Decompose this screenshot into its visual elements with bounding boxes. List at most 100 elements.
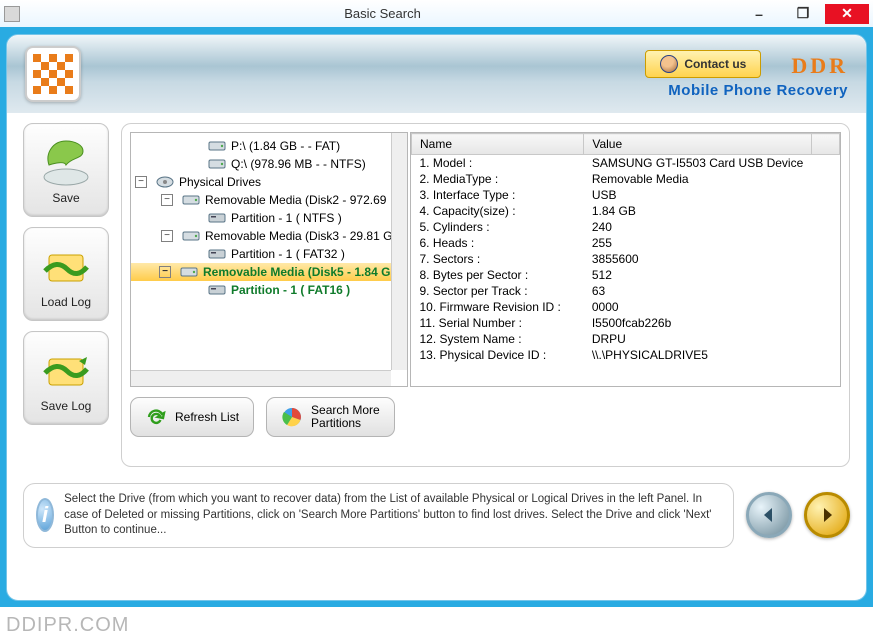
refresh-list-button[interactable]: Refresh List — [130, 397, 254, 437]
pie-icon — [281, 406, 303, 428]
maximize-button[interactable]: ❐ — [781, 4, 825, 24]
minimize-button[interactable]: – — [737, 4, 781, 24]
prop-name: 6. Heads : — [412, 235, 584, 251]
prev-button[interactable] — [746, 492, 792, 538]
drive-icon — [181, 193, 201, 207]
prop-name: 13. Physical Device ID : — [412, 347, 584, 363]
app-logo-icon — [25, 46, 81, 102]
collapse-icon[interactable]: − — [135, 176, 147, 188]
load-log-icon — [39, 239, 93, 293]
load-log-button[interactable]: Load Log — [23, 227, 109, 321]
table-row[interactable]: 9. Sector per Track :63 — [412, 283, 840, 299]
col-name[interactable]: Name — [412, 134, 584, 155]
prop-value: Removable Media — [584, 171, 811, 187]
table-row[interactable]: 1. Model :SAMSUNG GT-I5503 Card USB Devi… — [412, 155, 840, 172]
collapse-icon[interactable]: − — [159, 266, 171, 278]
tree-node-label: Physical Drives — [179, 175, 261, 189]
table-row[interactable]: 3. Interface Type :USB — [412, 187, 840, 203]
save-label: Save — [52, 191, 79, 205]
footer: i Select the Drive (from which you want … — [7, 475, 866, 560]
tree-node-label: Partition - 1 ( NTFS ) — [231, 211, 342, 225]
tree-node-label: Partition - 1 ( FAT32 ) — [231, 247, 345, 261]
close-button[interactable]: ✕ — [825, 4, 869, 24]
table-row[interactable]: 4. Capacity(size) :1.84 GB — [412, 203, 840, 219]
table-row[interactable]: 2. MediaType :Removable Media — [412, 171, 840, 187]
window-title: Basic Search — [28, 6, 737, 21]
collapse-icon[interactable]: − — [161, 230, 173, 242]
refresh-label: Refresh List — [175, 410, 239, 424]
table-row[interactable]: 10. Firmware Revision ID :0000 — [412, 299, 840, 315]
shell: Contact us DDR Mobile Phone Recovery Sav… — [0, 28, 873, 607]
side-column: Save Load Log Save Log — [23, 123, 109, 467]
tree-node[interactable]: Q:\ (978.96 MB - - NTFS) — [133, 155, 405, 173]
table-row[interactable]: 11. Serial Number :I5500fcab226b — [412, 315, 840, 331]
tree-node[interactable]: − Physical Drives — [133, 173, 405, 191]
prop-value: DRPU — [584, 331, 811, 347]
prop-name: 5. Cylinders : — [412, 219, 584, 235]
tree-node-label: Removable Media (Disk2 - 972.69 — [205, 193, 386, 207]
properties-table: Name Value 1. Model :SAMSUNG GT-I5503 Ca… — [410, 132, 841, 387]
prop-name: 1. Model : — [412, 155, 584, 172]
watermark: DDIPR.COM — [6, 614, 129, 637]
drive-tree[interactable]: P:\ (1.84 GB - - FAT) Q:\ (978.96 MB - - … — [130, 132, 408, 387]
part-icon — [207, 211, 227, 225]
prop-value: SAMSUNG GT-I5503 Card USB Device — [584, 155, 811, 172]
tree-scrollbar-vertical[interactable] — [391, 133, 407, 370]
footer-message: Select the Drive (from which you want to… — [64, 492, 721, 539]
save-button[interactable]: Save — [23, 123, 109, 217]
tree-node[interactable]: −Removable Media (Disk3 - 29.81 G — [133, 227, 405, 245]
prop-name: 2. MediaType : — [412, 171, 584, 187]
table-row[interactable]: 6. Heads :255 — [412, 235, 840, 251]
arrow-right-icon — [816, 504, 838, 526]
tree-node-label: Removable Media (Disk5 - 1.84 GB — [203, 265, 399, 279]
brand-subtitle: Mobile Phone Recovery — [645, 82, 848, 99]
title-bar: Basic Search – ❐ ✕ — [0, 0, 873, 28]
col-spacer — [811, 134, 839, 155]
prop-name: 11. Serial Number : — [412, 315, 584, 331]
collapse-icon[interactable]: − — [161, 194, 173, 206]
part-icon — [207, 247, 227, 261]
refresh-icon — [145, 406, 167, 428]
action-row: Refresh List Search MorePartitions — [130, 397, 841, 437]
tree-scrollbar-horizontal[interactable] — [131, 370, 391, 386]
prop-name: 10. Firmware Revision ID : — [412, 299, 584, 315]
prop-name: 7. Sectors : — [412, 251, 584, 267]
table-row[interactable]: 12. System Name :DRPU — [412, 331, 840, 347]
tree-node[interactable]: Partition - 1 ( FAT32 ) — [133, 245, 405, 263]
prop-value: USB — [584, 187, 811, 203]
brand-logo-text: DDR — [791, 53, 848, 79]
drive-icon — [207, 157, 227, 171]
table-row[interactable]: 13. Physical Device ID :\\.\PHYSICALDRIV… — [412, 347, 840, 363]
tree-node[interactable]: P:\ (1.84 GB - - FAT) — [133, 137, 405, 155]
table-row[interactable]: 7. Sectors :3855600 — [412, 251, 840, 267]
prop-name: 9. Sector per Track : — [412, 283, 584, 299]
footer-box: i Select the Drive (from which you want … — [23, 483, 734, 548]
prop-value: 1.84 GB — [584, 203, 811, 219]
prop-value: 512 — [584, 267, 811, 283]
prop-value: 63 — [584, 283, 811, 299]
table-row[interactable]: 5. Cylinders :240 — [412, 219, 840, 235]
tree-node[interactable]: Partition - 1 ( FAT16 ) — [133, 281, 405, 299]
save-log-button[interactable]: Save Log — [23, 331, 109, 425]
tree-node[interactable]: − Removable Media (Disk2 - 972.69 — [133, 191, 405, 209]
info-icon: i — [36, 498, 54, 532]
drive-icon — [207, 139, 227, 153]
main-panel: Contact us DDR Mobile Phone Recovery Sav… — [6, 34, 867, 601]
prop-value: \\.\PHYSICALDRIVE5 — [584, 347, 811, 363]
tree-node-label: P:\ (1.84 GB - - FAT) — [231, 139, 340, 153]
tree-node[interactable]: − Removable Media (Disk5 - 1.84 GB — [131, 263, 405, 281]
col-value[interactable]: Value — [584, 134, 811, 155]
prop-value: 255 — [584, 235, 811, 251]
tree-node[interactable]: Partition - 1 ( NTFS ) — [133, 209, 405, 227]
body: Save Load Log Save Log — [7, 113, 866, 475]
table-row[interactable]: 8. Bytes per Sector :512 — [412, 267, 840, 283]
save-log-icon — [39, 343, 93, 397]
next-button[interactable] — [804, 492, 850, 538]
contact-us-button[interactable]: Contact us — [645, 50, 761, 78]
prop-name: 4. Capacity(size) : — [412, 203, 584, 219]
hdd-icon — [155, 175, 175, 189]
search-more-partitions-button[interactable]: Search MorePartitions — [266, 397, 395, 437]
prop-name: 3. Interface Type : — [412, 187, 584, 203]
app-icon — [4, 6, 20, 22]
prop-name: 8. Bytes per Sector : — [412, 267, 584, 283]
